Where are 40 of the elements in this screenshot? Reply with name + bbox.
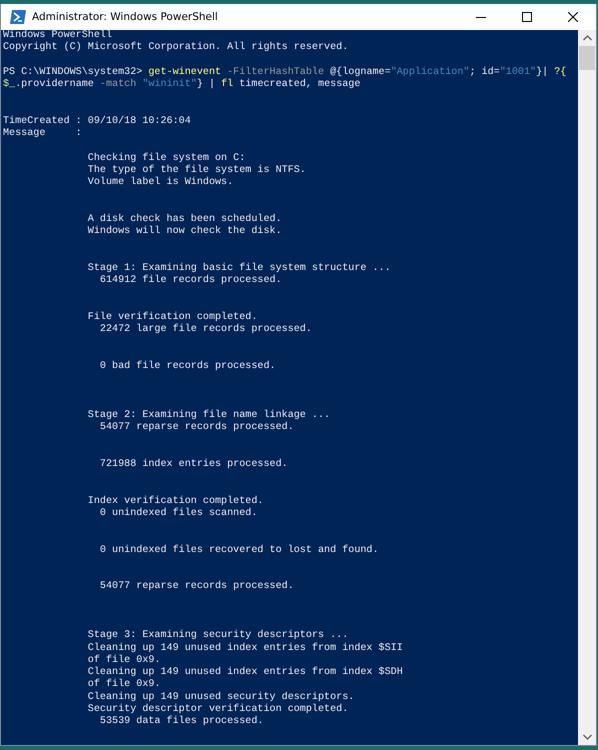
console-line: $_.providername -match "wininit"} | fl timecreated, message [3,79,360,90]
console-line: Copyright (C) Microsoft Corporation. All rights reserved. [3,42,348,54]
console-line: Index verification completed. [86,496,264,506]
close-icon[interactable] [568,12,578,22]
console-line: 721988 index entries processed. [98,458,288,470]
console-line: 0 bad file records processed. [98,360,276,372]
console-line: of file 0x9. [86,679,160,690]
console-line: File verification completed. [86,312,258,323]
console-line: Cleaning up 149 unused security descriptors. [86,692,354,702]
scroll-up-icon[interactable] [582,35,592,41]
window-title: Administrator: Windows PowerShell [32,11,218,23]
console-line: 0 unindexed files scanned. [98,508,258,519]
terminal-icon [10,10,26,24]
console-line: 0 unindexed files recovered to lost and found. [98,544,379,556]
console-line: Stage 2: Examining file name linkage ... [86,410,330,421]
console-line: 54077 reparse records processed. [98,422,294,433]
scrollbar[interactable] [578,30,596,745]
console-line: Windows PowerShell [3,30,112,41]
console-line: A disk check has been scheduled. [86,214,282,225]
scroll-down-icon[interactable] [582,734,592,740]
console-line: The type of the file system is NTFS. [86,164,306,176]
scrollbar-thumb[interactable] [579,46,595,70]
console-line: 614912 file records processed. [98,275,282,286]
maximize-icon[interactable] [522,12,532,22]
console-line: Windows will now check the disk. [86,226,282,237]
minimize-icon[interactable] [476,16,486,18]
console-line: of file 0x9. [86,654,160,666]
console-line: Cleaning up 149 unused index entries from index $SII [86,642,403,654]
console-line: PS C:\WINDOWS\system32> get-winevent -FilterHashTable @{logname="Application"; id="1001"}| ?{ [3,66,566,78]
console-line: Checking file system on C: [86,152,246,164]
console-line: Message : [3,128,82,139]
console-line: 53539 data files processed. [98,716,264,727]
console-line: Security descriptor verification completed. [86,704,348,715]
console-line: 22472 large file records processed. [98,324,312,335]
console-line: Volume label is Windows. [86,177,234,188]
console-line: TimeCreated : 09/10/18 10:26:04 [3,116,191,127]
console-line: Cleaning up 149 unused index entries from index $SDH [86,667,403,678]
console-line: Stage 3: Examining security descriptors ... [86,630,348,642]
console-line: Stage 1: Examining basic file system structure ... [86,262,391,274]
console-line: 54077 reparse records processed. [98,581,294,592]
